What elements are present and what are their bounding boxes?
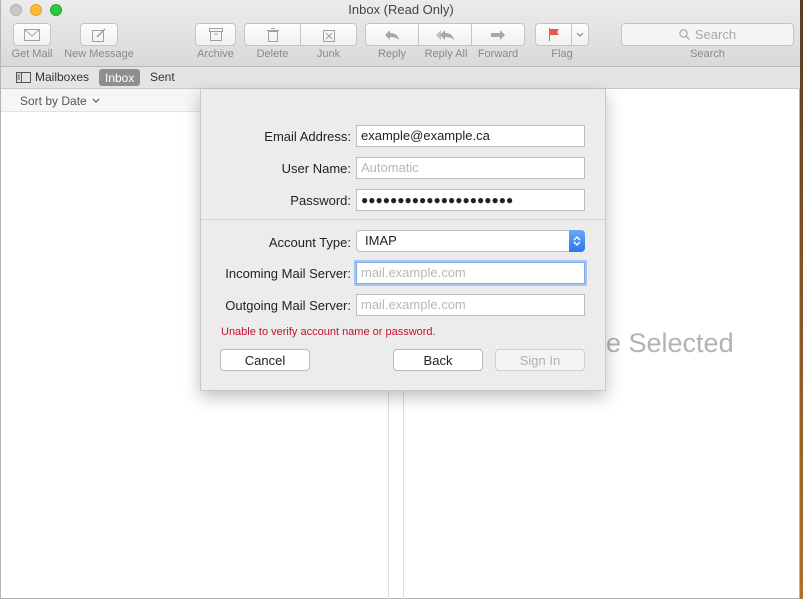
user-name-label: User Name: <box>281 161 351 176</box>
junk-bin-icon <box>322 29 335 42</box>
password-field[interactable]: ●●●●●●●●●●●●●●●●●●●●● <box>356 189 585 211</box>
reply-all-label: Reply All <box>424 48 468 60</box>
account-type-select[interactable]: IMAP <box>356 230 585 252</box>
favorite-sent[interactable]: Sent <box>150 70 175 84</box>
sort-menu[interactable]: Sort by Date <box>20 94 100 108</box>
outgoing-server-label: Outgoing Mail Server: <box>225 298 351 313</box>
account-setup-sheet: Email Address: example@example.ca User N… <box>200 89 606 391</box>
archive-label: Archive <box>197 48 234 60</box>
flag-menu-button[interactable] <box>571 23 589 46</box>
get-mail-button[interactable] <box>13 23 51 46</box>
archive-button[interactable] <box>195 23 236 46</box>
search-input[interactable]: Search <box>621 23 794 46</box>
mailboxes-label: Mailboxes <box>35 70 90 84</box>
reply-button[interactable] <box>365 23 419 46</box>
mailboxes-toggle[interactable]: Mailboxes <box>16 70 89 84</box>
user-name-field[interactable]: Automatic <box>356 157 585 179</box>
junk-label: Junk <box>316 48 341 60</box>
forward-button[interactable] <box>471 23 525 46</box>
favorites-bar: Mailboxes Inbox Sent <box>1 67 801 89</box>
compose-icon <box>92 27 106 42</box>
flag-button[interactable] <box>535 23 572 46</box>
account-type-label: Account Type: <box>268 235 351 250</box>
chevron-down-icon <box>576 32 584 37</box>
title-bar: Inbox (Read Only) Get Mail New Message A… <box>1 0 801 67</box>
updown-arrows-icon <box>569 230 585 252</box>
account-type-value: IMAP <box>365 233 397 248</box>
delete-label: Delete <box>256 48 289 60</box>
back-button[interactable]: Back <box>393 349 483 371</box>
sheet-separator <box>201 219 605 220</box>
flag-label: Flag <box>551 48 573 60</box>
error-message: Unable to verify account name or passwor… <box>221 326 436 338</box>
reply-all-button[interactable] <box>418 23 472 46</box>
flag-icon <box>548 28 559 41</box>
no-message-selected-text: e Selected <box>606 328 734 358</box>
forward-arrow-icon <box>491 29 505 40</box>
email-address-field[interactable]: example@example.ca <box>356 125 585 147</box>
search-label: Search <box>690 48 725 60</box>
archive-box-icon <box>208 28 223 41</box>
sign-in-button[interactable]: Sign In <box>495 349 585 371</box>
email-address-label: Email Address: <box>264 129 351 144</box>
search-placeholder: Search <box>694 27 737 42</box>
favorite-inbox[interactable]: Inbox <box>99 69 141 86</box>
forward-label: Forward <box>477 48 519 60</box>
search-icon <box>679 29 690 40</box>
chevron-down-icon <box>92 98 100 103</box>
get-mail-label: Get Mail <box>11 48 53 60</box>
incoming-server-label: Incoming Mail Server: <box>225 266 351 281</box>
new-message-button[interactable] <box>80 23 118 46</box>
cancel-button[interactable]: Cancel <box>220 349 310 371</box>
new-message-label: New Message <box>64 48 134 60</box>
reply-arrow-icon <box>385 29 399 40</box>
delete-button[interactable] <box>244 23 301 46</box>
envelope-icon <box>24 28 40 41</box>
incoming-server-field[interactable]: mail.example.com <box>356 262 585 284</box>
sort-label: Sort by Date <box>20 94 87 108</box>
mail-window: Inbox (Read Only) Get Mail New Message A… <box>0 0 801 599</box>
password-label: Password: <box>290 193 351 208</box>
outgoing-server-field[interactable]: mail.example.com <box>356 294 585 316</box>
reply-all-arrow-icon <box>436 29 454 40</box>
trash-icon <box>266 27 279 42</box>
junk-button[interactable] <box>300 23 357 46</box>
window-title: Inbox (Read Only) <box>348 2 454 17</box>
reply-label: Reply <box>377 48 407 60</box>
sidebar-icon <box>16 71 31 83</box>
